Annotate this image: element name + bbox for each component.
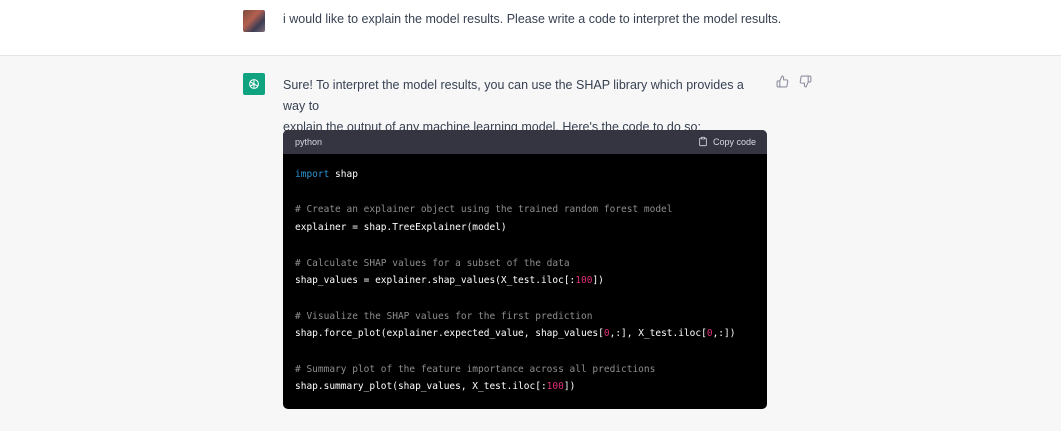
code-comment: # Calculate SHAP values for a subset of … — [295, 257, 570, 269]
code-comment: # Summary plot of the feature importance… — [295, 363, 656, 375]
assistant-message-row: Sure! To interpret the model results, yo… — [0, 56, 1061, 431]
code-header: python Copy code — [283, 130, 767, 154]
code-comment: # Visualize the SHAP values for the firs… — [295, 310, 593, 322]
code-text: shap — [329, 169, 358, 180]
code-text: ,:]) — [712, 328, 736, 340]
code-language-label: python — [295, 137, 323, 147]
thumbs-down-icon[interactable] — [799, 75, 812, 88]
code-text: explainer = shap.TreeExplainer(model) — [295, 222, 507, 234]
clipboard-icon — [698, 136, 708, 149]
copy-code-label: Copy code — [712, 137, 756, 147]
code-number: 100 — [575, 275, 593, 287]
chatgpt-logo-icon — [243, 73, 265, 95]
user-avatar — [243, 10, 265, 32]
code-number: 100 — [546, 381, 564, 393]
user-message-text: i would like to explain the model result… — [283, 12, 782, 26]
feedback-buttons — [776, 75, 812, 88]
code-text: shap_values = explainer.shap_values(X_te… — [295, 275, 576, 287]
assistant-line-1: Sure! To interpret the model results, yo… — [283, 78, 744, 113]
thumbs-up-icon[interactable] — [776, 75, 789, 88]
code-text: shap.force_plot(explainer.expected_value… — [295, 328, 604, 340]
code-body: import shap # Create an explainer object… — [283, 154, 767, 396]
code-text: ]) — [592, 275, 604, 287]
user-message-row: i would like to explain the model result… — [0, 0, 1061, 56]
copy-code-button[interactable]: Copy code — [698, 136, 756, 149]
code-keyword: import — [295, 169, 330, 180]
code-text: ]) — [563, 381, 576, 393]
code-text: ,:], X_test.iloc[ — [609, 328, 707, 340]
code-block: python Copy code import shap # Create an… — [283, 130, 767, 409]
code-comment: # Create an explainer object using the t… — [295, 204, 673, 216]
assistant-message-text: Sure! To interpret the model results, yo… — [283, 75, 763, 138]
code-text: shap.summary_plot(shap_values, X_test.il… — [295, 381, 547, 393]
